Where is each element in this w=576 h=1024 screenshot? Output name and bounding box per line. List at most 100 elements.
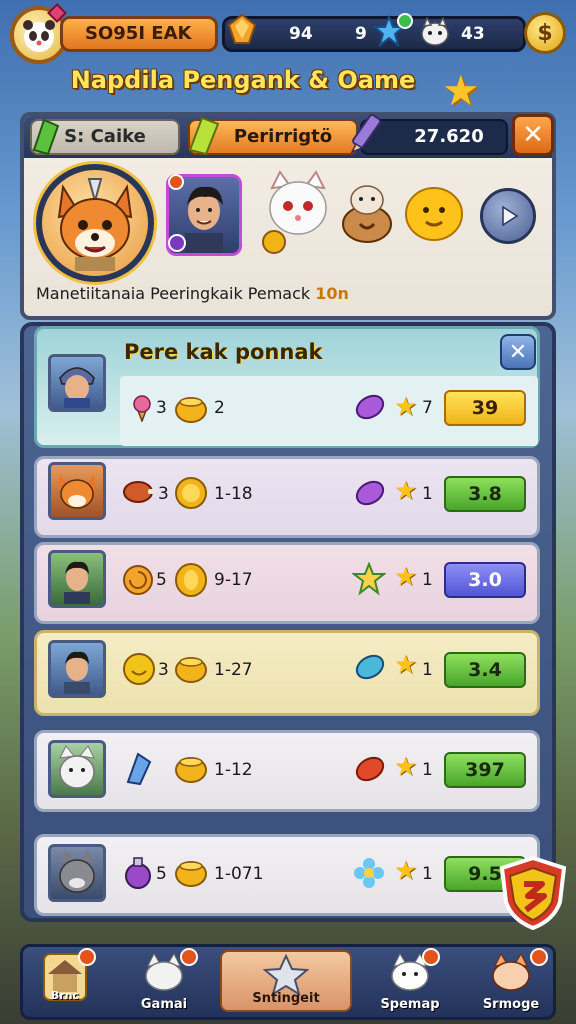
- row-1-price-button[interactable]: 39: [444, 390, 526, 426]
- nav-games-badge: [180, 948, 198, 966]
- man-portrait-icon: [64, 561, 90, 604]
- nav-games-label: Gamai: [140, 997, 188, 1012]
- chick-pet-item[interactable]: [404, 184, 464, 242]
- knight-portrait-icon: [59, 367, 95, 408]
- row-4-count: 3: [158, 660, 169, 680]
- caption-value: 10n: [315, 284, 349, 303]
- gold-coin-icon: [175, 563, 207, 597]
- card-level-badge: [168, 234, 186, 252]
- currency-2-value: 9: [355, 24, 367, 44]
- next-arrow-button[interactable]: [480, 188, 536, 244]
- gold-pot-icon: [175, 397, 207, 423]
- tab-cake-label: S: Caike: [64, 126, 146, 147]
- play-arrow-icon: [502, 205, 519, 227]
- nav-games[interactable]: Gamai: [116, 946, 212, 1016]
- panda-icon: [23, 20, 55, 52]
- list-title: Pere kak ponnak: [124, 340, 323, 364]
- nav-storage-label: Srmoge: [482, 997, 540, 1012]
- row-6-character[interactable]: [48, 844, 106, 902]
- row-4-character[interactable]: [48, 640, 106, 698]
- row-5-stars: 1: [422, 760, 433, 780]
- score-counter-value: 27.620: [414, 126, 484, 147]
- green-star-icon: [352, 562, 386, 596]
- coin-icon: $: [537, 20, 553, 46]
- icecream-icon: [133, 395, 151, 422]
- close-panel-button[interactable]: ✕: [512, 114, 554, 156]
- fox-icon: [492, 952, 530, 991]
- teal-gem-icon: [355, 654, 385, 680]
- row-3-price: 3.0: [468, 569, 502, 591]
- lime-crystal-icon: [188, 116, 220, 156]
- row-3-range: 9-17: [214, 570, 253, 590]
- row-4-price-button[interactable]: 3.4: [444, 652, 526, 688]
- cat-pet-item[interactable]: [262, 170, 334, 242]
- row-3-character[interactable]: [48, 550, 106, 608]
- star-icon: ★: [394, 476, 418, 506]
- spiral-coin-icon: [123, 565, 153, 595]
- purple-gem-icon: [355, 394, 385, 420]
- event-headline: Napdila Pengank & Oame: [70, 66, 416, 94]
- white-cat-icon: [269, 170, 327, 235]
- smile-coin-icon: [123, 653, 155, 685]
- shield-badge-icon[interactable]: [498, 856, 568, 930]
- silver-star-icon: [262, 953, 310, 997]
- nav-home[interactable]: Brnc: [34, 946, 96, 1016]
- ranking-caption: Manetiitanaia Peeringkaik Pemack 10n: [36, 284, 536, 303]
- red-gem-icon: [355, 756, 385, 782]
- man-portrait-icon: [64, 651, 90, 694]
- resource-bar: 94 9 43: [222, 13, 526, 52]
- nav-map-badge: [422, 948, 440, 966]
- row-5-price-button[interactable]: 397: [444, 752, 526, 788]
- row-2-price-button[interactable]: 3.8: [444, 476, 526, 512]
- nav-storage-badge: [530, 948, 548, 966]
- nav-home-label: Brnc: [50, 989, 80, 1002]
- star-icon: ★: [394, 562, 418, 592]
- green-crystal-icon: [32, 118, 60, 156]
- star-icon: ★: [394, 392, 418, 422]
- row-1-stars: 7: [422, 398, 433, 418]
- plus-badge[interactable]: [397, 13, 413, 29]
- player-name: SO95I EAK: [85, 23, 192, 44]
- hamster-pet-item[interactable]: [340, 178, 394, 244]
- row-1-price: 39: [471, 397, 499, 419]
- row-6-price: 9.5: [468, 863, 502, 885]
- gold-pot-icon: [175, 657, 207, 683]
- row-2-count: 3: [158, 484, 169, 504]
- card-badge-icon: [168, 174, 184, 190]
- tab-ranking-label: Perirrigtö: [233, 126, 333, 147]
- star-icon: ★: [394, 650, 418, 680]
- row-3-price-button[interactable]: 3.0: [444, 562, 526, 598]
- row-3-count: 5: [156, 570, 167, 590]
- white-cat-icon: [59, 745, 95, 789]
- fox-portrait-icon: [58, 474, 96, 509]
- row-6-stars: 1: [422, 864, 433, 884]
- row-2-range: 1-18: [214, 484, 253, 504]
- nav-map[interactable]: Spemap: [362, 946, 458, 1016]
- row-1-character[interactable]: [48, 354, 106, 412]
- row-4-price: 3.4: [468, 659, 502, 681]
- nav-home-badge: [78, 948, 96, 966]
- player-name-pill[interactable]: SO95I EAK: [60, 16, 218, 52]
- cat-face-icon: [421, 17, 449, 46]
- row-2-character[interactable]: [48, 462, 106, 520]
- close-icon: ✕: [522, 120, 544, 150]
- currency-3-value: 43: [461, 24, 485, 44]
- row-3-stars: 1: [422, 570, 433, 590]
- hamster-icon: [342, 185, 392, 243]
- row-1-range: 2: [214, 398, 225, 418]
- star-icon: ★: [394, 856, 418, 886]
- gold-pot-icon: [175, 757, 207, 783]
- coin-shop-button[interactable]: $: [524, 12, 566, 54]
- nav-settings[interactable]: Sntingeit: [220, 950, 352, 1012]
- close-icon: ✕: [508, 339, 528, 365]
- list-close-button[interactable]: ✕: [500, 334, 536, 370]
- row-2-stars: 1: [422, 484, 433, 504]
- gold-pot-icon: [175, 861, 207, 887]
- currency-1-value: 94: [289, 24, 313, 44]
- purple-potion-icon: [125, 857, 151, 889]
- hero-portrait[interactable]: [36, 164, 154, 282]
- fox-hero-icon: [57, 178, 133, 271]
- row-5-character[interactable]: [48, 740, 106, 798]
- nav-storage[interactable]: Srmoge: [466, 946, 556, 1016]
- gold-star-icon: ★: [442, 66, 480, 115]
